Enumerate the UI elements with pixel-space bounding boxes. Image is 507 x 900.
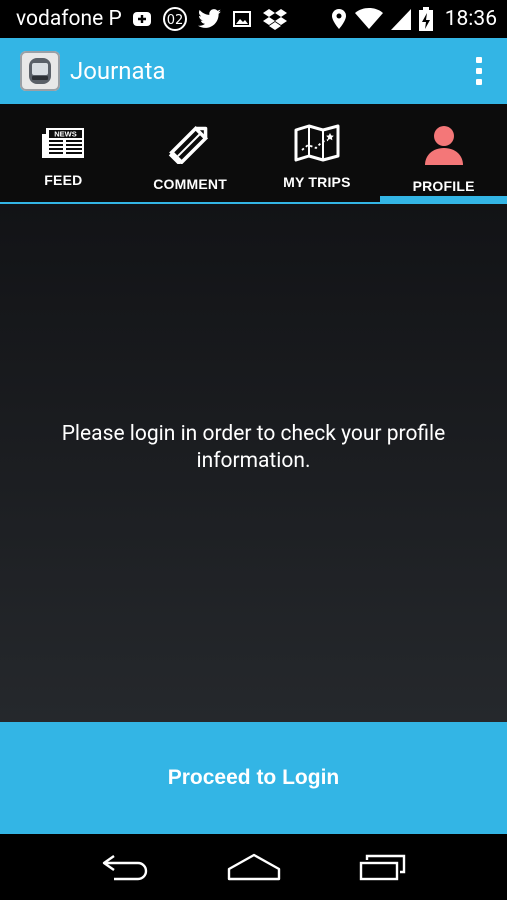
tab-comment[interactable]: COMMENT: [127, 104, 254, 202]
status-right: 18:36: [331, 7, 497, 31]
tab-bar: NEWS FEED COMMENT MY TRIPS PROFILE: [0, 104, 507, 202]
person-icon: [421, 124, 467, 170]
tab-feed[interactable]: NEWS FEED: [0, 104, 127, 202]
pencil-icon: [167, 124, 213, 168]
carrier-label: vodafone P: [16, 7, 122, 31]
newspaper-icon: NEWS: [40, 124, 86, 164]
tab-feed-label: FEED: [44, 172, 83, 188]
tab-my-trips-label: MY TRIPS: [283, 174, 351, 190]
tab-comment-label: COMMENT: [153, 176, 227, 192]
navigation-bar: [0, 834, 507, 900]
wifi-icon: [354, 8, 383, 30]
tab-profile-label: PROFILE: [412, 178, 475, 194]
active-tab-indicator: [380, 196, 507, 204]
svg-text:02: 02: [166, 13, 183, 28]
login-required-message: Please login in order to check your prof…: [61, 422, 446, 473]
proceed-to-login-button[interactable]: Proceed to Login: [0, 722, 507, 834]
twitter-icon: [197, 9, 222, 29]
profile-content: Please login in order to check your prof…: [0, 204, 507, 722]
tab-profile[interactable]: PROFILE: [380, 104, 507, 202]
status-bar: vodafone P 02 18:36: [0, 0, 507, 38]
plus-badge-icon: [132, 9, 152, 29]
location-icon: [331, 8, 347, 30]
overflow-menu-icon[interactable]: [469, 51, 489, 91]
battery-charging-icon: [418, 7, 433, 31]
svg-text:NEWS: NEWS: [55, 130, 78, 139]
status-time: 18:36: [444, 7, 497, 31]
image-icon: [232, 9, 252, 29]
recent-apps-icon[interactable]: [348, 842, 418, 892]
map-icon: [294, 124, 340, 166]
home-icon[interactable]: [219, 842, 289, 892]
app-title: Journata: [70, 57, 166, 85]
signal-icon: [390, 8, 411, 30]
dropbox-icon: [262, 8, 288, 30]
journata-app-icon[interactable]: [20, 51, 60, 91]
o2-icon: 02: [162, 6, 188, 32]
tab-my-trips[interactable]: MY TRIPS: [254, 104, 381, 202]
back-icon[interactable]: [90, 842, 160, 892]
status-left: vodafone P 02: [16, 6, 288, 32]
action-bar: Journata: [0, 38, 507, 104]
